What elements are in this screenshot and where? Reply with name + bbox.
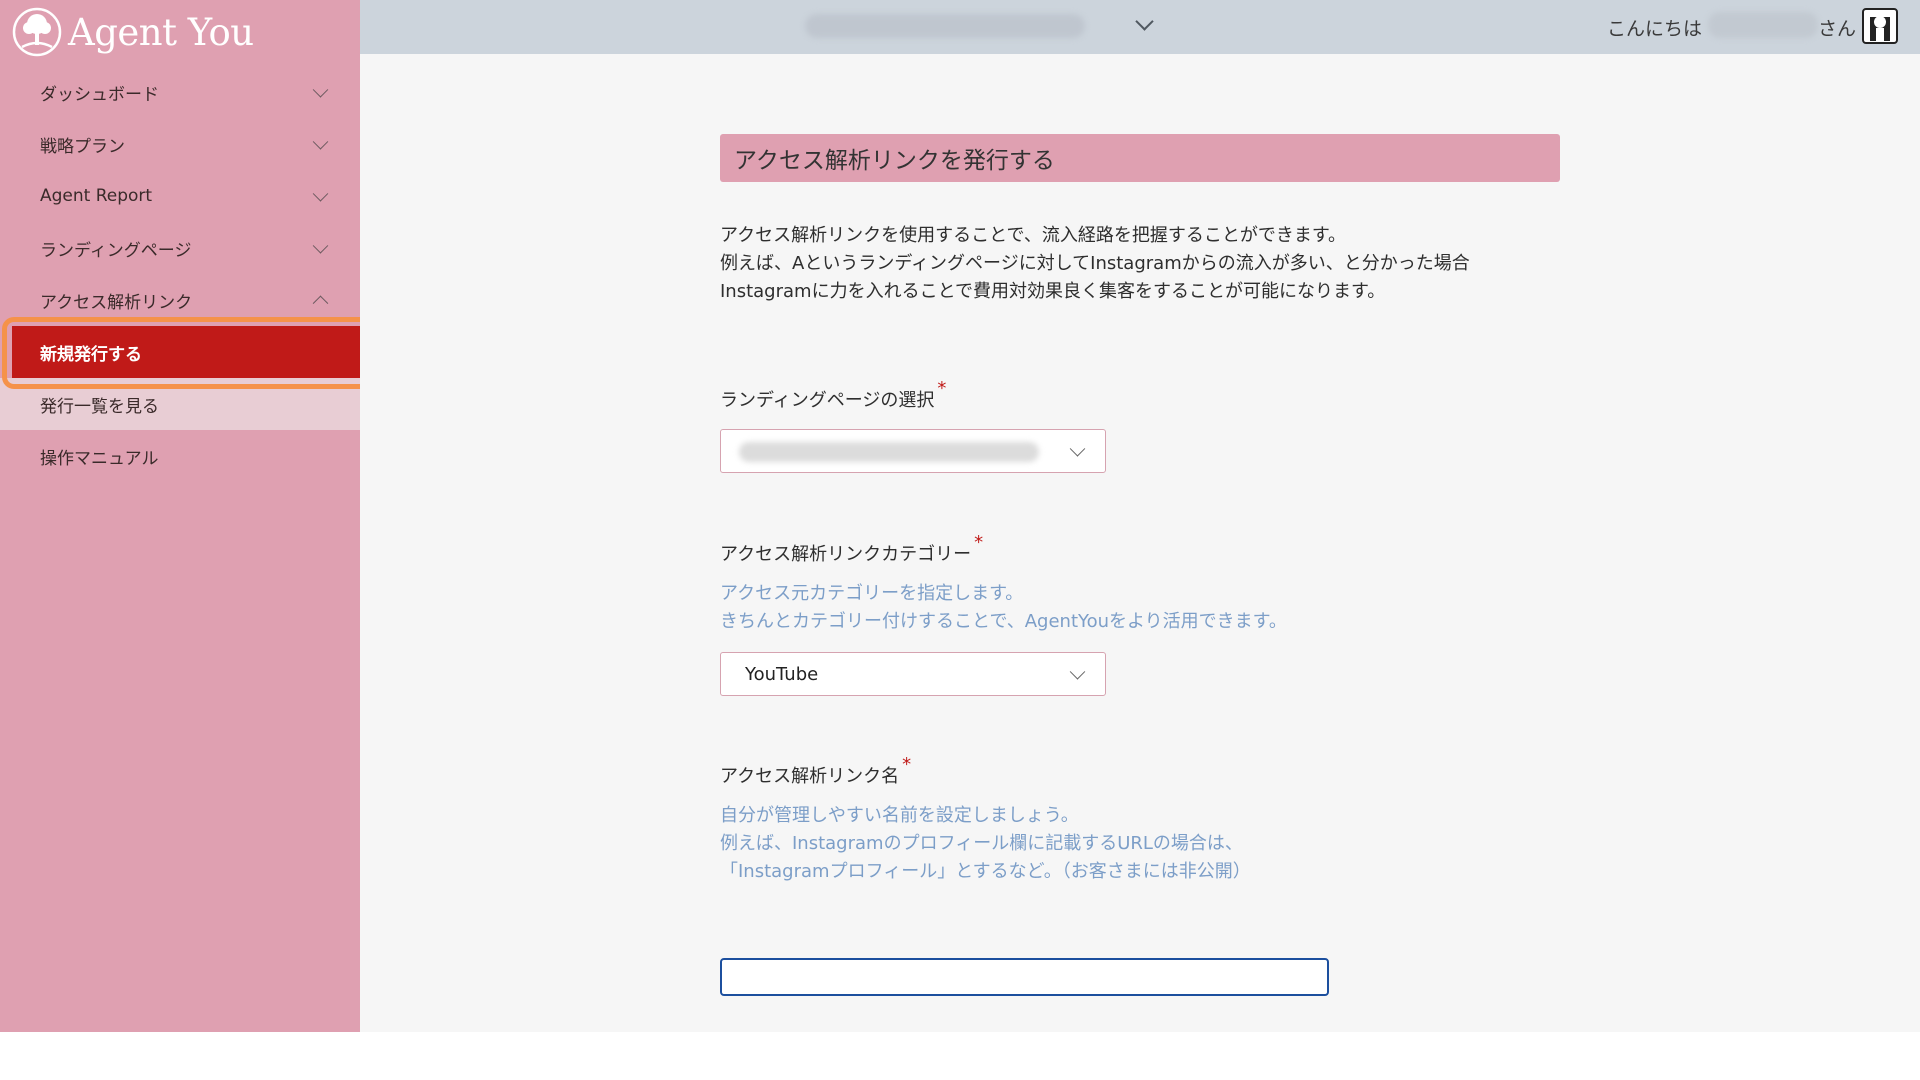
description-line: アクセス解析リンクを使用することで、流入経路を把握することができます。 xyxy=(720,225,1347,246)
page-description: アクセス解析リンクを使用することで、流入経路を把握することができます。 例えば、… xyxy=(720,222,1470,306)
category-help: アクセス元カテゴリーを指定します。 きちんとカテゴリー付けすることで、Agent… xyxy=(720,580,1287,636)
link-name-input[interactable] xyxy=(720,958,1329,996)
sidebar-item-dashboard[interactable]: ダッシュボード xyxy=(0,66,360,118)
sidebar-subitem-label: 新規発行する xyxy=(40,344,142,365)
sidebar-subitem-new[interactable]: 新規発行する xyxy=(12,326,360,378)
required-mark: * xyxy=(974,532,984,553)
category-select[interactable]: YouTube xyxy=(720,652,1106,696)
chevron-down-icon xyxy=(312,238,329,254)
greeting-text: こんにちは xyxy=(1606,18,1702,40)
main-content: アクセス解析リンクを発行する アクセス解析リンクを使用することで、流入経路を把握… xyxy=(360,54,1920,1032)
sidebar-item-label: 戦略プラン xyxy=(40,136,125,157)
sidebar-item-label: アクセス解析リンク xyxy=(40,292,193,313)
required-mark: * xyxy=(937,378,947,399)
sidebar-item-manual[interactable]: 操作マニュアル xyxy=(0,430,360,482)
selected-landing-page xyxy=(739,442,1039,462)
help-line: 例えば、Instagramのプロフィール欄に記載するURLの場合は、 xyxy=(720,833,1243,854)
sidebar-subitem-label: 発行一覧を見る xyxy=(40,396,159,417)
chevron-down-icon xyxy=(312,186,329,202)
sidebar-item-landing-page[interactable]: ランディングページ xyxy=(0,222,360,274)
page-title: アクセス解析リンクを発行する xyxy=(720,134,1560,182)
link-name-label: アクセス解析リンク名* xyxy=(720,754,911,788)
logo-text: Agent You xyxy=(68,10,254,54)
description-line: 例えば、Aというランディングページに対してInstagramからの流入が多い、と… xyxy=(720,253,1470,274)
sidebar-item-label: Agent Report xyxy=(40,186,153,206)
field-label-text: ランディングページの選択 xyxy=(720,390,935,411)
help-line: 自分が管理しやすい名前を設定しましょう。 xyxy=(720,805,1079,826)
sidebar: Agent You ダッシュボード 戦略プラン Agent Report ランデ… xyxy=(0,0,360,1032)
sidebar-item-access-link[interactable]: アクセス解析リンク xyxy=(0,274,360,326)
chevron-down-icon xyxy=(1069,664,1086,680)
chevron-down-icon xyxy=(312,82,329,98)
topbar: こんにちは さん xyxy=(360,0,1920,54)
landing-page-select[interactable] xyxy=(720,429,1106,473)
sidebar-item-agent-report[interactable]: Agent Report xyxy=(0,170,360,222)
category-select-value: YouTube xyxy=(745,663,819,685)
logo[interactable]: Agent You xyxy=(12,4,254,60)
sidebar-nav: ダッシュボード 戦略プラン Agent Report ランディングページ アクセ… xyxy=(0,66,360,482)
help-line: きちんとカテゴリー付けすることで、AgentYouをより活用できます。 xyxy=(720,611,1287,632)
sidebar-item-label: ダッシュボード xyxy=(40,84,159,105)
user-name xyxy=(1708,12,1818,38)
help-line: アクセス元カテゴリーを指定します。 xyxy=(720,583,1024,604)
sidebar-item-strategy-plan[interactable]: 戦略プラン xyxy=(0,118,360,170)
field-label-text: アクセス解析リンク名 xyxy=(720,766,900,787)
tree-logo-icon xyxy=(12,7,62,57)
link-name-help: 自分が管理しやすい名前を設定しましょう。 例えば、Instagramのプロフィー… xyxy=(720,802,1251,886)
help-line: 「Instagramプロフィール」とするなど。（お客さまには非公開） xyxy=(720,861,1251,882)
sidebar-item-label: 操作マニュアル xyxy=(40,448,159,469)
greeting-suffix: さん xyxy=(1818,18,1857,40)
chevron-up-icon xyxy=(312,295,329,312)
sidebar-item-label: ランディングページ xyxy=(40,240,192,261)
landing-page-label: ランディングページの選択* xyxy=(720,378,946,412)
chevron-down-icon xyxy=(312,134,329,150)
account-select[interactable] xyxy=(805,14,1085,38)
field-label-text: アクセス解析リンクカテゴリー xyxy=(720,544,972,565)
sidebar-subitem-list[interactable]: 発行一覧を見る xyxy=(0,378,360,430)
description-line: Instagramに力を入れることで費用対効果良く集客をすることが可能になります… xyxy=(720,281,1386,302)
chevron-down-icon[interactable] xyxy=(1135,12,1154,31)
user-avatar-icon[interactable] xyxy=(1862,8,1898,44)
chevron-down-icon xyxy=(1069,441,1086,457)
category-label: アクセス解析リンクカテゴリー* xyxy=(720,532,983,566)
required-mark: * xyxy=(902,754,912,775)
